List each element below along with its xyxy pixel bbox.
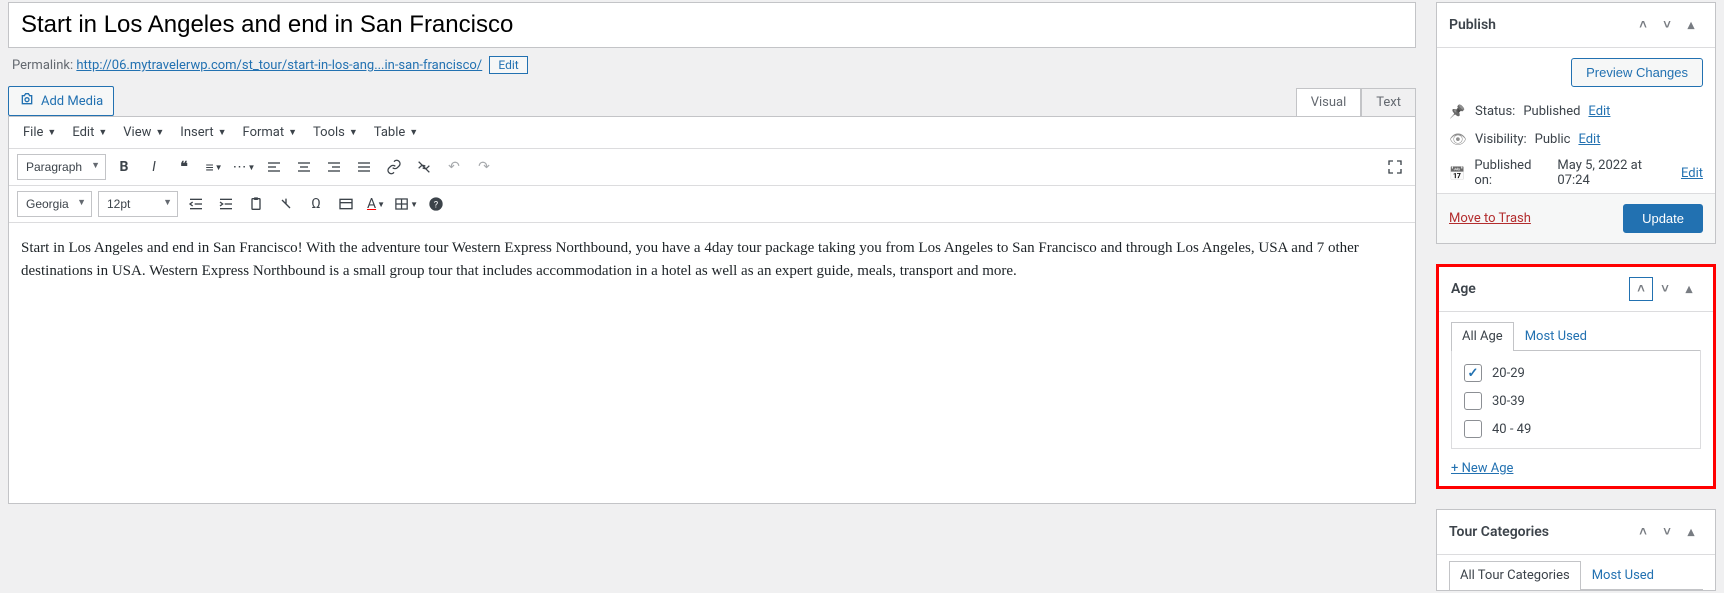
- indent-button[interactable]: [214, 192, 238, 216]
- help-button[interactable]: ?: [424, 192, 448, 216]
- special-char-button[interactable]: Ω: [304, 192, 328, 216]
- format-select[interactable]: Paragraph: [17, 154, 106, 180]
- redo-button[interactable]: ↷: [472, 155, 496, 179]
- publish-panel: Publish ˄ ˅ ▴ Preview Changes Status: Pu…: [1436, 2, 1716, 244]
- link-button[interactable]: [382, 155, 406, 179]
- eye-icon: [1449, 130, 1467, 148]
- toolbar-row-2: Georgia 12pt Ω A▼: [9, 186, 1415, 223]
- age-item: 20-29: [1456, 364, 1696, 382]
- italic-button[interactable]: I: [142, 155, 166, 179]
- add-new-age-link[interactable]: + New Age: [1451, 461, 1513, 476]
- menu-insert[interactable]: Insert▼: [174, 121, 232, 144]
- align-center-button[interactable]: [292, 155, 316, 179]
- age-checkbox-40-49[interactable]: [1464, 420, 1482, 438]
- permalink-row: Permalink: http://06.mytravelerwp.com/st…: [8, 48, 1416, 86]
- panel-down-icon[interactable]: ˅: [1655, 13, 1679, 37]
- text-color-button[interactable]: A▼: [364, 192, 388, 216]
- unlink-button[interactable]: [412, 155, 436, 179]
- date-edit-link[interactable]: Edit: [1681, 166, 1703, 181]
- status-edit-link[interactable]: Edit: [1588, 104, 1610, 119]
- menu-edit[interactable]: Edit▼: [66, 121, 113, 144]
- age-panel: Age ˄ ˅ ▴ All Age Most Used 20-29: [1436, 264, 1716, 489]
- age-item: 30-39: [1456, 392, 1696, 410]
- editor-menubar: File▼ Edit▼ View▼ Insert▼ Format▼ Tools▼…: [9, 117, 1415, 149]
- permalink-slug: start-in-los-ang...in-san-francisco/: [287, 58, 482, 73]
- align-justify-button[interactable]: [352, 155, 376, 179]
- age-item: 40 - 49: [1456, 420, 1696, 438]
- status-value: Published: [1523, 104, 1580, 119]
- toolbar-row-1: Paragraph B I ❝ ≡▼ ⋯▼: [9, 149, 1415, 186]
- panel-toggle-icon[interactable]: ▴: [1679, 13, 1703, 37]
- panel-toggle-icon[interactable]: ▴: [1677, 277, 1701, 301]
- visibility-value: Public: [1535, 132, 1571, 147]
- panel-up-icon[interactable]: ˄: [1631, 13, 1655, 37]
- permalink-edit-button[interactable]: Edit: [489, 56, 527, 74]
- add-media-label: Add Media: [41, 94, 103, 109]
- menu-format[interactable]: Format▼: [237, 121, 304, 144]
- camera-icon: [19, 91, 35, 111]
- editor-mode-tabs: Visual Text: [1296, 88, 1416, 116]
- editor: File▼ Edit▼ View▼ Insert▼ Format▼ Tools▼…: [8, 116, 1416, 504]
- tab-all-tour-categories[interactable]: All Tour Categories: [1449, 561, 1581, 590]
- number-list-button[interactable]: ⋯▼: [232, 155, 256, 179]
- fullscreen-button[interactable]: [1383, 155, 1407, 179]
- menu-view[interactable]: View▼: [117, 121, 170, 144]
- align-left-button[interactable]: [262, 155, 286, 179]
- permalink-link[interactable]: http://06.mytravelerwp.com/st_tour/start…: [76, 58, 482, 73]
- age-checklist: 20-29 30-39 40 - 49: [1451, 350, 1701, 449]
- editor-content[interactable]: Start in Los Angeles and end in San Fran…: [9, 223, 1415, 503]
- bold-button[interactable]: B: [112, 155, 136, 179]
- menu-tools[interactable]: Tools▼: [307, 121, 364, 144]
- font-select[interactable]: Georgia: [17, 191, 92, 217]
- tab-all-age[interactable]: All Age: [1451, 322, 1514, 351]
- tour-categories-title: Tour Categories: [1449, 524, 1549, 540]
- table-button[interactable]: ▼: [394, 192, 418, 216]
- panel-toggle-icon[interactable]: ▴: [1679, 520, 1703, 544]
- tab-text[interactable]: Text: [1361, 88, 1416, 116]
- panel-down-icon[interactable]: ˅: [1653, 277, 1677, 301]
- pin-icon: [1449, 102, 1467, 120]
- permalink-base: http://06.mytravelerwp.com/st_tour/: [76, 58, 287, 73]
- tab-most-used-categories[interactable]: Most Used: [1581, 561, 1665, 589]
- tab-visual[interactable]: Visual: [1296, 88, 1362, 116]
- preview-changes-button[interactable]: Preview Changes: [1571, 58, 1703, 87]
- icon-button[interactable]: [334, 192, 358, 216]
- panel-up-icon[interactable]: ˄: [1631, 520, 1655, 544]
- undo-button[interactable]: ↶: [442, 155, 466, 179]
- tour-categories-panel: Tour Categories ˄ ˅ ▴ All Tour Categorie…: [1436, 509, 1716, 591]
- add-media-button[interactable]: Add Media: [8, 86, 114, 116]
- age-label: 30-39: [1492, 394, 1525, 409]
- status-label: Status:: [1475, 104, 1515, 119]
- visibility-edit-link[interactable]: Edit: [1578, 132, 1600, 147]
- menu-file[interactable]: File▼: [17, 121, 62, 144]
- move-to-trash-link[interactable]: Move to Trash: [1449, 211, 1531, 226]
- post-title-input[interactable]: [8, 2, 1416, 48]
- blockquote-button[interactable]: ❝: [172, 155, 196, 179]
- fontsize-select[interactable]: 12pt: [98, 191, 178, 217]
- age-label: 40 - 49: [1492, 422, 1531, 437]
- age-label: 20-29: [1492, 366, 1525, 381]
- panel-down-icon[interactable]: ˅: [1655, 520, 1679, 544]
- age-checkbox-30-39[interactable]: [1464, 392, 1482, 410]
- clear-format-button[interactable]: [274, 192, 298, 216]
- permalink-label: Permalink:: [12, 58, 73, 73]
- calendar-icon: [1449, 164, 1466, 182]
- age-title: Age: [1451, 281, 1476, 297]
- publish-title: Publish: [1449, 17, 1496, 33]
- panel-up-icon[interactable]: ˄: [1629, 277, 1653, 301]
- bullet-list-button[interactable]: ≡▼: [202, 155, 226, 179]
- date-value: May 5, 2022 at 07:24: [1557, 158, 1673, 188]
- paste-button[interactable]: [244, 192, 268, 216]
- align-right-button[interactable]: [322, 155, 346, 179]
- date-label: Published on:: [1474, 158, 1549, 188]
- outdent-button[interactable]: [184, 192, 208, 216]
- update-button[interactable]: Update: [1623, 204, 1703, 233]
- age-checkbox-20-29[interactable]: [1464, 364, 1482, 382]
- tab-most-used[interactable]: Most Used: [1514, 322, 1598, 350]
- visibility-label: Visibility:: [1475, 132, 1527, 147]
- menu-table[interactable]: Table▼: [368, 121, 424, 144]
- svg-text:?: ?: [434, 199, 439, 210]
